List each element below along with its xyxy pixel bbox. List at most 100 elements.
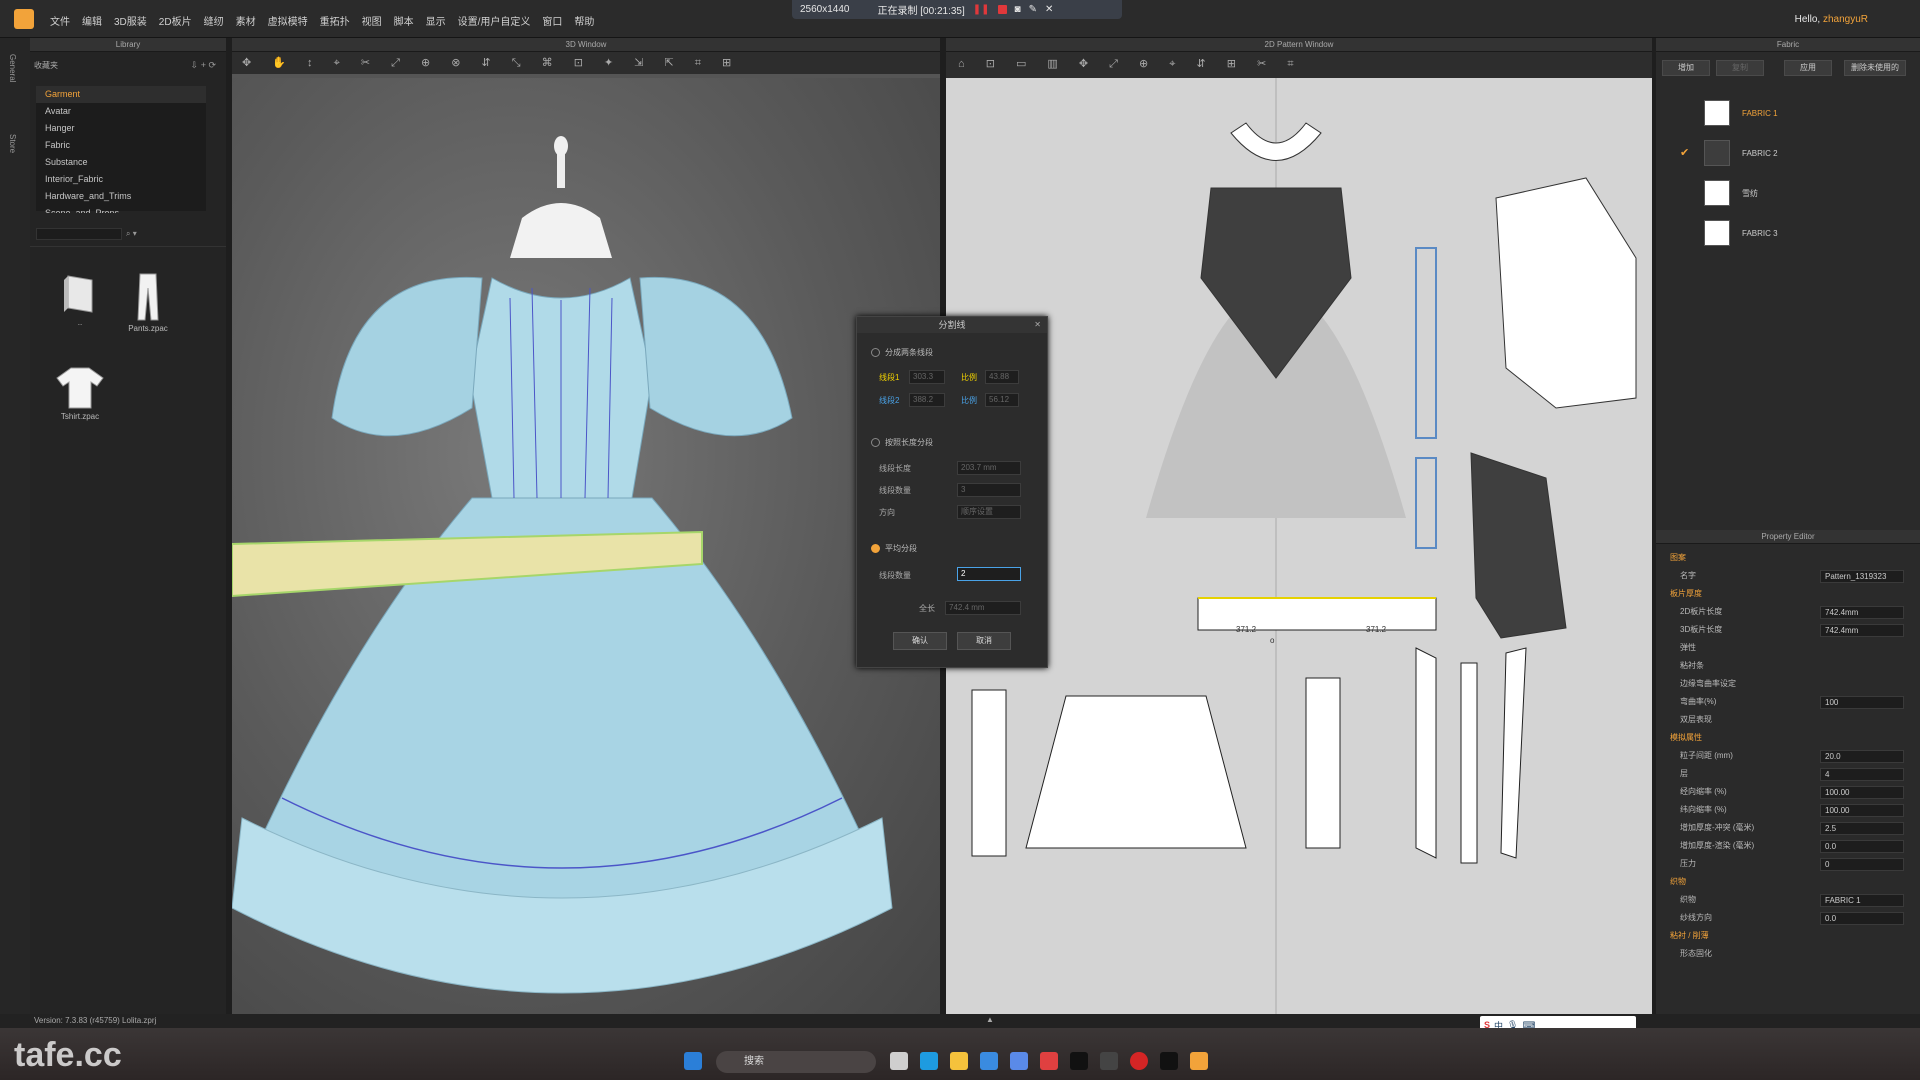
left-sleeve[interactable]: [331, 276, 483, 437]
skirt-panel-piece-2[interactable]: [1025, 695, 1247, 849]
menu-3d-garment[interactable]: 3D服装: [114, 13, 147, 28]
ratio1-input[interactable]: 43.88: [985, 370, 1019, 384]
camera-app-icon[interactable]: [1100, 1052, 1118, 1070]
property-value-input[interactable]: FABRIC 1: [1820, 894, 1904, 907]
tree-item-scene[interactable]: Scene_and_Props: [36, 205, 206, 213]
2d-pattern-window[interactable]: 2D Pattern Window ⌂ ⊡ ▭ ▥ ✥ ⤢ ⊕ ⌖ ⇵ ⊞ ✂ …: [946, 38, 1652, 1014]
fabric-item-2[interactable]: FABRIC 2: [1704, 138, 1904, 168]
right-sleeve[interactable]: [639, 276, 793, 437]
sleeve-strip-3[interactable]: [1500, 647, 1527, 859]
lacing-strip-1[interactable]: [1415, 247, 1437, 439]
skirt-panel-piece-3[interactable]: [1305, 677, 1341, 849]
property-value-input[interactable]: 100.00: [1820, 804, 1904, 817]
library-add-icon[interactable]: ⇩ + ⟳: [191, 60, 216, 71]
property-value-input[interactable]: 4: [1820, 768, 1904, 781]
thumb-parent-folder[interactable]: ..: [50, 272, 110, 327]
pause-icon[interactable]: ❚❚: [973, 4, 990, 15]
menu-sewing[interactable]: 缝纫: [204, 13, 224, 28]
delete-unused-button[interactable]: 删除未使用的: [1844, 60, 1906, 76]
app-icon[interactable]: [1010, 1052, 1028, 1070]
menu-help[interactable]: 帮助: [574, 13, 594, 28]
tree-item-interior-fabric[interactable]: Interior_Fabric: [36, 171, 206, 188]
menu-materials[interactable]: 素材: [236, 13, 256, 28]
property-section[interactable]: 粘衬 / 削薄: [1670, 930, 1910, 946]
lacing-strip-2[interactable]: [1415, 457, 1437, 549]
stop-icon[interactable]: [997, 5, 1007, 14]
seg-count-input[interactable]: 3: [957, 483, 1021, 497]
dress-3d-model[interactable]: [231, 78, 940, 1014]
property-value-input[interactable]: 2.5: [1820, 822, 1904, 835]
seg2-length-input[interactable]: 388.2: [909, 393, 945, 407]
property-value-input[interactable]: 100: [1820, 696, 1904, 709]
property-section[interactable]: 织物: [1670, 876, 1910, 892]
tree-item-garment[interactable]: Garment: [36, 86, 206, 103]
add-fabric-button[interactable]: 增加: [1662, 60, 1710, 76]
property-section[interactable]: 模拟属性: [1670, 732, 1910, 748]
direction-select[interactable]: 顺序设置: [957, 505, 1021, 519]
tree-item-hardware[interactable]: Hardware_and_Trims: [36, 188, 206, 205]
pattern-pieces[interactable]: o: [946, 78, 1652, 1014]
menu-2d-pattern[interactable]: 2D板片: [159, 13, 192, 28]
3d-window[interactable]: 3D Window: [231, 38, 940, 1014]
3d-tool-icons[interactable]: ✥ ✋ ↕ ⌖ ✂ ⤢ ⊕ ⊗ ⇵ ⤡ ⌘ ⊡ ✦ ⇲ ⇱ ⌗ ⊞: [232, 52, 940, 74]
2d-toolbar[interactable]: ⌂ ⊡ ▭ ▥ ✥ ⤢ ⊕ ⌖ ⇵ ⊞ ✂ ⌗: [946, 52, 1652, 78]
tree-item-hanger[interactable]: Hanger: [36, 120, 206, 137]
confirm-button[interactable]: 确认: [893, 632, 947, 650]
wps-icon[interactable]: [1040, 1052, 1058, 1070]
3d-viewport[interactable]: [231, 78, 940, 1014]
menu-view[interactable]: 视图: [362, 13, 382, 28]
property-value-input[interactable]: 20.0: [1820, 750, 1904, 763]
menu-file[interactable]: 文件: [50, 13, 70, 28]
menu-retopology[interactable]: 重拓扑: [320, 13, 350, 28]
tree-item-fabric[interactable]: Fabric: [36, 137, 206, 154]
waistband-piece[interactable]: [1197, 597, 1437, 631]
side-bodice-piece[interactable]: [1470, 452, 1567, 639]
radio-two-segments[interactable]: 分成两条线段: [871, 347, 933, 358]
expand-icon[interactable]: ▲: [986, 1015, 994, 1024]
property-section[interactable]: 板片厚度: [1670, 588, 1910, 604]
skirt-panel-piece-1[interactable]: [971, 689, 1007, 857]
close-icon[interactable]: ✕: [1034, 320, 1041, 329]
radio-average[interactable]: 平均分段: [871, 543, 917, 554]
avg-count-input[interactable]: 2: [957, 567, 1021, 581]
taskbar-search-input[interactable]: 搜索: [716, 1051, 876, 1073]
thumb-pants[interactable]: Pants.zpac: [118, 272, 178, 333]
record-icon[interactable]: [1130, 1052, 1148, 1070]
menu-script[interactable]: 脚本: [394, 13, 414, 28]
sleeve-strip-1[interactable]: [1415, 647, 1437, 859]
menu-settings[interactable]: 设置/用户自定义: [458, 13, 531, 28]
fabric-item-1[interactable]: FABRIC 1: [1704, 98, 1904, 128]
menu-window[interactable]: 窗口: [542, 13, 562, 28]
apply-fabric-button[interactable]: 应用: [1784, 60, 1832, 76]
tab-general[interactable]: General: [8, 54, 17, 82]
username[interactable]: zhangyuR: [1823, 14, 1868, 25]
menu-display[interactable]: 显示: [426, 13, 446, 28]
property-value-input[interactable]: Pattern_1319323: [1820, 570, 1904, 583]
seg-length-input[interactable]: 203.7 mm: [957, 461, 1021, 475]
task-view-icon[interactable]: [890, 1052, 908, 1070]
camera-icon[interactable]: ◙: [1015, 4, 1021, 15]
tree-item-avatar[interactable]: Avatar: [36, 103, 206, 120]
back-bodice-piece[interactable]: [1495, 177, 1637, 409]
seg1-length-input[interactable]: 303.3: [909, 370, 945, 384]
store-icon[interactable]: [980, 1052, 998, 1070]
library-search-input[interactable]: [36, 228, 122, 240]
cancel-button[interactable]: 取消: [957, 632, 1011, 650]
search-icon[interactable]: ⌕ ▾: [126, 229, 137, 239]
property-value-input[interactable]: 100.00: [1820, 786, 1904, 799]
menu-edit[interactable]: 编辑: [82, 13, 102, 28]
app-logo-icon[interactable]: [14, 9, 34, 29]
close-icon[interactable]: ✕: [1045, 4, 1053, 15]
pen-icon[interactable]: ✎: [1029, 4, 1037, 15]
clo3d-taskbar-icon[interactable]: [1190, 1052, 1208, 1070]
fabric-item-4[interactable]: FABRIC 3: [1704, 218, 1904, 248]
thumb-tshirt[interactable]: Tshirt.zpac: [50, 366, 110, 421]
qq-icon[interactable]: [1070, 1052, 1088, 1070]
windows-start-icon[interactable]: [684, 1052, 702, 1070]
property-section[interactable]: 图案: [1670, 552, 1910, 568]
copy-fabric-button[interactable]: 复制: [1716, 60, 1764, 76]
property-value-input[interactable]: 0: [1820, 858, 1904, 871]
property-value-input[interactable]: 0.0: [1820, 840, 1904, 853]
tab-store[interactable]: Store: [8, 134, 17, 153]
edge-icon[interactable]: [920, 1052, 938, 1070]
